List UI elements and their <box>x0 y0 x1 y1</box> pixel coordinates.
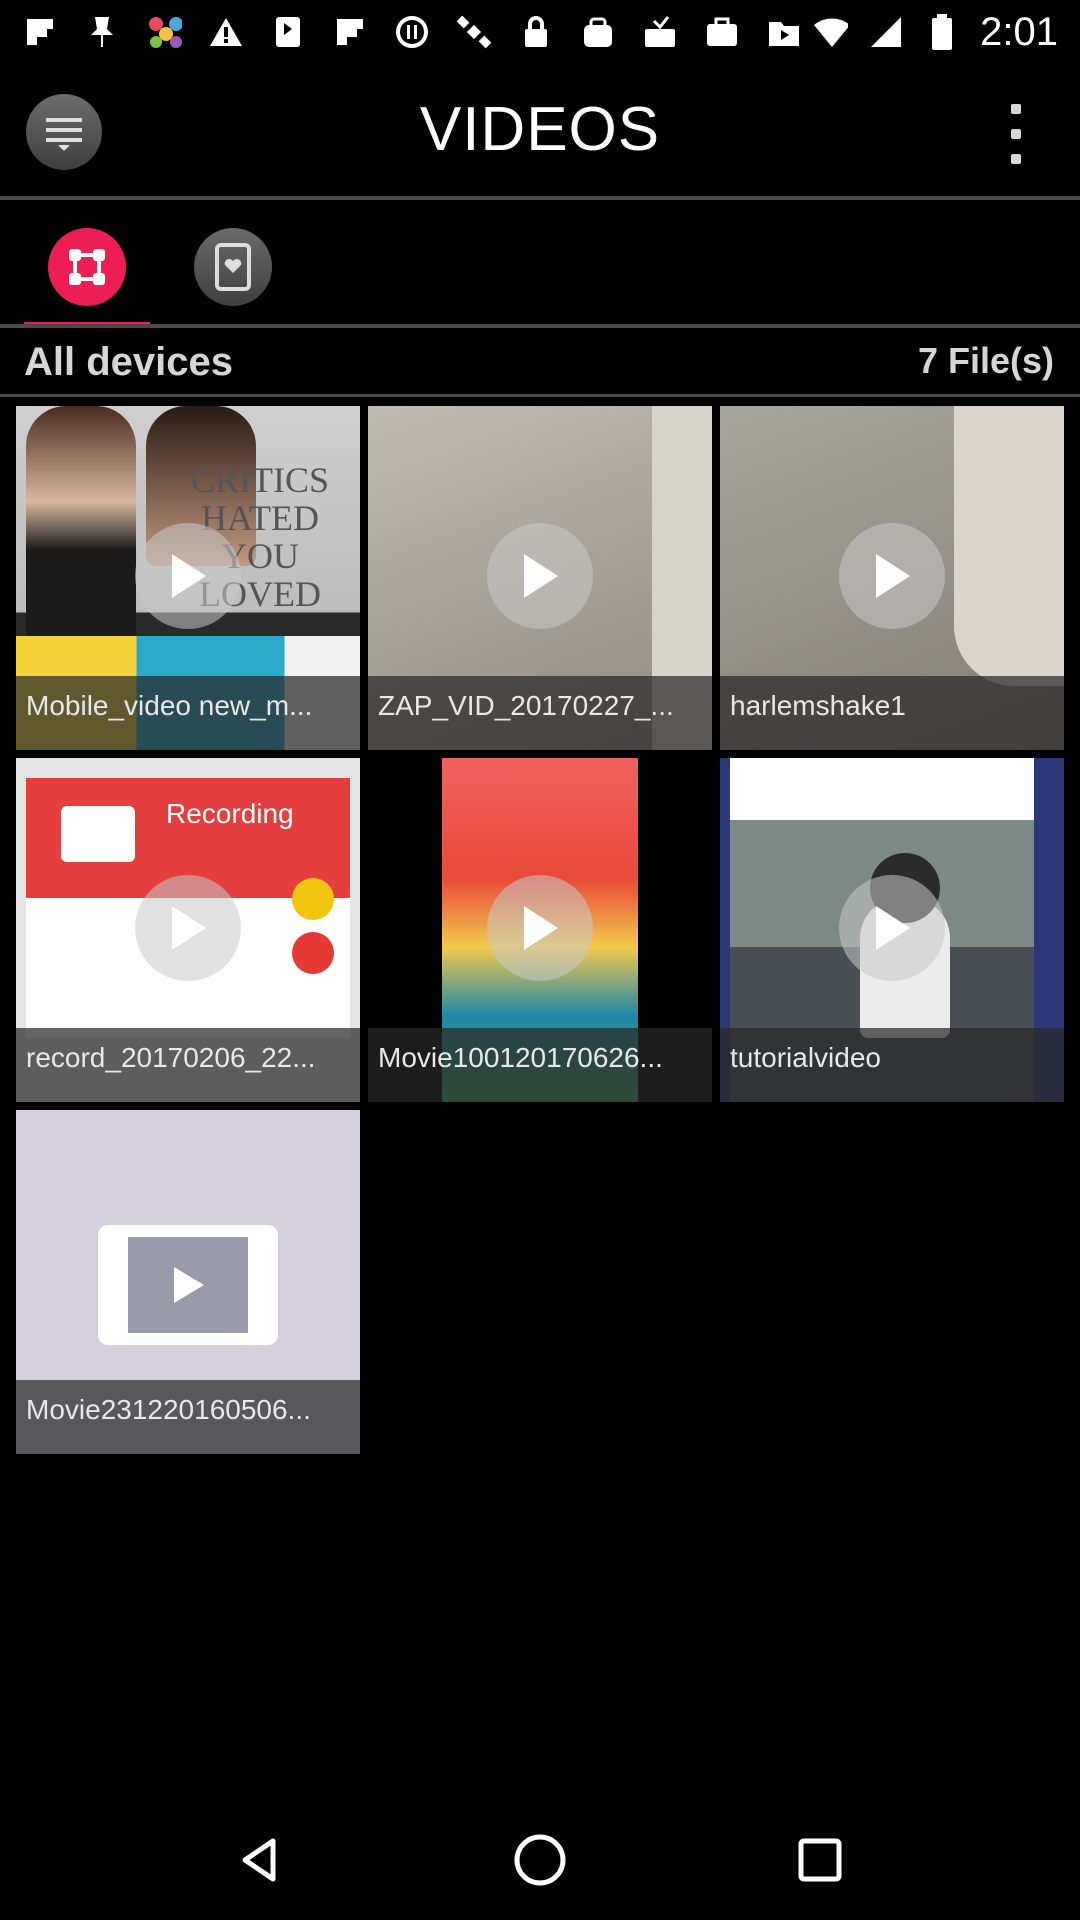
file-count: 7 File(s) <box>917 340 1054 381</box>
signal-icon <box>868 14 904 50</box>
back-button[interactable] <box>220 1820 300 1900</box>
video-placeholder-icon <box>98 1225 278 1345</box>
thumbnail-text: Recording <box>166 798 294 829</box>
recents-icon <box>798 1838 842 1882</box>
play-icon[interactable] <box>487 523 593 629</box>
photos-icon <box>146 14 182 50</box>
home-icon <box>514 1834 566 1886</box>
play-icon[interactable] <box>135 875 241 981</box>
wifi-icon <box>812 14 849 50</box>
devices-network-icon <box>69 249 105 285</box>
section-title: All devices <box>24 340 234 384</box>
circle-icon <box>394 14 430 50</box>
tab-all-devices[interactable] <box>48 228 126 306</box>
home-button[interactable] <box>500 1820 580 1900</box>
source-tabs <box>0 202 1080 327</box>
recents-button[interactable] <box>780 1820 860 1900</box>
video-tile[interactable]: harlemshake1 <box>720 406 1064 750</box>
video-tile[interactable]: Movie231220160506... <box>16 1110 360 1454</box>
tray-icon <box>642 14 678 50</box>
play-icon[interactable] <box>135 523 241 629</box>
section-divider <box>0 394 1080 397</box>
video-title: record_20170206_22... <box>16 1028 360 1102</box>
video-title: ZAP_VID_20170227_... <box>368 676 712 750</box>
video-tile[interactable]: Movie100120170626... <box>368 758 712 1102</box>
video-title: harlemshake1 <box>720 676 1064 750</box>
play-icon[interactable] <box>487 875 593 981</box>
more-options-button[interactable] <box>996 104 1036 164</box>
video-tile[interactable]: CRITICS HATED YOU LOVED Mobile_video new… <box>16 406 360 750</box>
tabs-divider <box>0 324 1080 328</box>
favorite-device-icon <box>215 243 251 291</box>
more-vert-icon <box>1011 104 1021 114</box>
header-divider <box>0 196 1080 200</box>
app-header: VIDEOS <box>0 64 1080 198</box>
video-tile[interactable]: ZAP_VID_20170227_... <box>368 406 712 750</box>
clock: 2:01 <box>980 9 1058 54</box>
video-title: Movie100120170626... <box>368 1028 712 1102</box>
back-icon <box>242 1838 276 1882</box>
video-tile[interactable]: tutorialvideo <box>720 758 1064 1102</box>
lock-icon <box>518 14 554 50</box>
flipboard-icon <box>332 14 368 50</box>
flipboard-icon <box>22 14 58 50</box>
video-title: Movie231220160506... <box>16 1380 360 1454</box>
bag-icon <box>580 14 616 50</box>
video-title: tutorialvideo <box>720 1028 1064 1102</box>
section-header: All devices 7 File(s) <box>0 330 1080 400</box>
play-icon[interactable] <box>839 875 945 981</box>
warning-icon <box>208 14 244 50</box>
video-tile[interactable]: Recording record_20170206_22... <box>16 758 360 1102</box>
page-title: VIDEOS <box>419 95 661 164</box>
tab-this-device[interactable] <box>194 228 272 306</box>
video-title: Mobile_video new_m... <box>16 676 360 750</box>
briefcase-icon <box>704 14 740 50</box>
notification-icons <box>22 14 802 50</box>
satellite-icon <box>456 14 492 50</box>
battery-icon <box>924 14 960 50</box>
play-store-icon <box>766 14 802 50</box>
status-bar: 2:01 <box>0 0 1080 64</box>
play-icon[interactable] <box>839 523 945 629</box>
system-navigation-bar <box>0 1800 1080 1920</box>
pin-icon <box>84 14 120 50</box>
system-status: 2:01 <box>812 10 1058 55</box>
app-icon <box>270 14 306 50</box>
